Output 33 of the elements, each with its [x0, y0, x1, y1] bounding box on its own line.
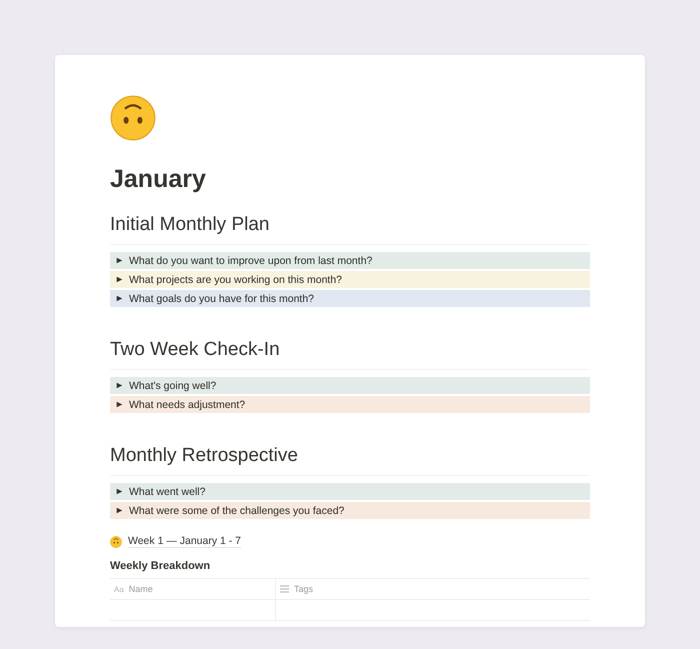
triangle-icon[interactable]	[116, 295, 123, 302]
subpage-link[interactable]: Week 1 — January 1 - 7	[128, 535, 242, 548]
section-heading: Two Week Check-In	[110, 339, 280, 361]
triangle-icon[interactable]	[116, 401, 123, 408]
toggle-text: What do you want to improve upon from last month?	[129, 254, 372, 266]
toggle-text: What went well?	[129, 486, 206, 498]
toggle-text: What goals do you have for this month?	[129, 292, 314, 304]
toggle-block[interactable]: What needs adjustment?	[110, 396, 590, 413]
face-emoji-icon	[110, 95, 156, 141]
triangle-icon[interactable]	[116, 488, 123, 495]
triangle-icon[interactable]	[116, 257, 123, 264]
triangle-icon[interactable]	[116, 382, 123, 389]
toggle-text: What's going well?	[129, 380, 216, 392]
column-label: Name	[128, 584, 153, 594]
triangle-icon[interactable]	[116, 507, 123, 514]
toggle-text: What projects are you working on this month?	[129, 274, 342, 286]
toggle-block[interactable]: What were some of the challenges you faced?	[110, 502, 590, 519]
list-icon	[280, 585, 289, 593]
column-label: Tags	[294, 584, 314, 594]
toggle-block[interactable]: What goals do you have for this month?	[110, 290, 590, 307]
toggle-block[interactable]: What projects are you working on this month?	[110, 271, 590, 288]
toggle-block[interactable]: What's going well?	[110, 377, 590, 394]
toggle-text: What needs adjustment?	[129, 398, 246, 410]
section-heading: Monthly Retrospective	[110, 445, 298, 467]
database-title: Weekly Breakdown	[110, 560, 210, 572]
text-property-icon: Aa	[114, 584, 124, 594]
toggle-block[interactable]: What went well?	[110, 483, 590, 500]
section-heading: Initial Monthly Plan	[110, 214, 270, 236]
triangle-icon[interactable]	[116, 276, 123, 283]
page-title: January	[110, 165, 206, 194]
face-emoji-icon	[110, 536, 122, 548]
toggle-block[interactable]: What do you want to improve upon from last month?	[110, 252, 590, 269]
toggle-text: What were some of the challenges you faced?	[129, 504, 344, 516]
